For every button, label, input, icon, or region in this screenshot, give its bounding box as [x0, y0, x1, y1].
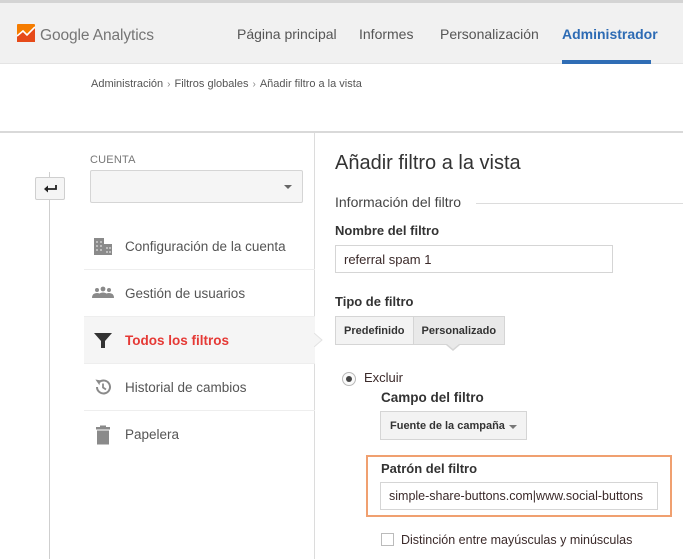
- sidebar-item-all-filters[interactable]: Todos los filtros: [84, 317, 315, 364]
- filter-type-label: Tipo de filtro: [335, 294, 414, 309]
- active-tab-indicator: [562, 60, 651, 64]
- breadcrumb-item-global-filters[interactable]: Filtros globales: [174, 78, 248, 90]
- trash-icon: [92, 424, 114, 446]
- filter-type-toggle: Predefinido Personalizado: [335, 316, 506, 345]
- account-label: CUENTA: [90, 154, 136, 166]
- filter-field-value: Fuente de la campaña: [390, 419, 505, 432]
- filter-type-predefined-button[interactable]: Predefinido: [335, 316, 414, 345]
- column-line: [49, 172, 50, 559]
- sidebar-item-user-management[interactable]: Gestión de usuarios: [84, 270, 315, 317]
- section-title: Información del filtro: [335, 194, 462, 210]
- filter-icon: [92, 329, 114, 351]
- account-select[interactable]: [90, 170, 303, 203]
- chevron-down-icon: [509, 425, 517, 429]
- filter-name-input[interactable]: [335, 245, 613, 273]
- filter-field-label: Campo del filtro: [381, 390, 484, 405]
- history-icon: [92, 376, 114, 398]
- building-icon: [92, 235, 114, 257]
- sidebar-item-label: Todos los filtros: [125, 332, 229, 348]
- sidebar-item-label: Configuración de la cuenta: [125, 238, 286, 254]
- filter-pattern-label: Patrón del filtro: [381, 461, 478, 476]
- app-name: Google Analytics: [40, 26, 154, 44]
- app-logo[interactable]: Google Analytics: [16, 24, 154, 47]
- sidebar-item-trash[interactable]: Papelera: [84, 411, 315, 458]
- nav-customization[interactable]: Personalización: [440, 26, 539, 42]
- sidebar-item-account-settings[interactable]: Configuración de la cuenta: [84, 223, 315, 270]
- breadcrumb-separator: ›: [252, 79, 256, 90]
- chevron-down-icon: [284, 185, 292, 189]
- breadcrumb-item-current: Añadir filtro a la vista: [259, 78, 362, 90]
- back-button[interactable]: [35, 177, 65, 200]
- active-item-pointer: [314, 333, 323, 347]
- nav-home[interactable]: Página principal: [237, 26, 337, 42]
- sidebar-item-label: Gestión de usuarios: [125, 285, 246, 301]
- section-divider: [476, 203, 683, 204]
- header-divider: [0, 131, 683, 133]
- breadcrumb: Administración › Filtros globales › Añadir f…: [91, 78, 362, 90]
- case-sensitive-checkbox[interactable]: [381, 533, 394, 546]
- nav-admin[interactable]: Administrador: [562, 26, 658, 42]
- case-sensitive-label[interactable]: Distinción entre mayúsculas y minúsculas: [401, 533, 632, 547]
- sidebar-item-change-history[interactable]: Historial de cambios: [84, 364, 315, 411]
- exclude-radio[interactable]: [342, 372, 356, 386]
- filter-type-custom-button[interactable]: Personalizado: [413, 316, 506, 345]
- sidebar-item-label: Historial de cambios: [125, 379, 247, 395]
- breadcrumb-separator: ›: [167, 79, 171, 90]
- analytics-logo-icon: [16, 24, 36, 47]
- breadcrumb-item-admin[interactable]: Administración: [91, 78, 163, 90]
- users-icon: [92, 282, 114, 304]
- nav-reports[interactable]: Informes: [359, 26, 413, 42]
- filter-pattern-input[interactable]: [380, 482, 658, 510]
- top-header: Google Analytics Página principal Inform…: [0, 0, 683, 64]
- filter-field-select[interactable]: Fuente de la campaña: [380, 411, 527, 440]
- back-arrow-icon: [43, 180, 57, 198]
- sidebar-menu: Configuración de la cuenta Gestión de us…: [84, 223, 315, 458]
- exclude-radio-label[interactable]: Excluir: [364, 370, 403, 385]
- filter-name-label: Nombre del filtro: [335, 223, 440, 238]
- selection-pointer-fill: [447, 344, 459, 349]
- sidebar-item-label: Papelera: [125, 427, 180, 442]
- page-title: Añadir filtro a la vista: [335, 152, 521, 174]
